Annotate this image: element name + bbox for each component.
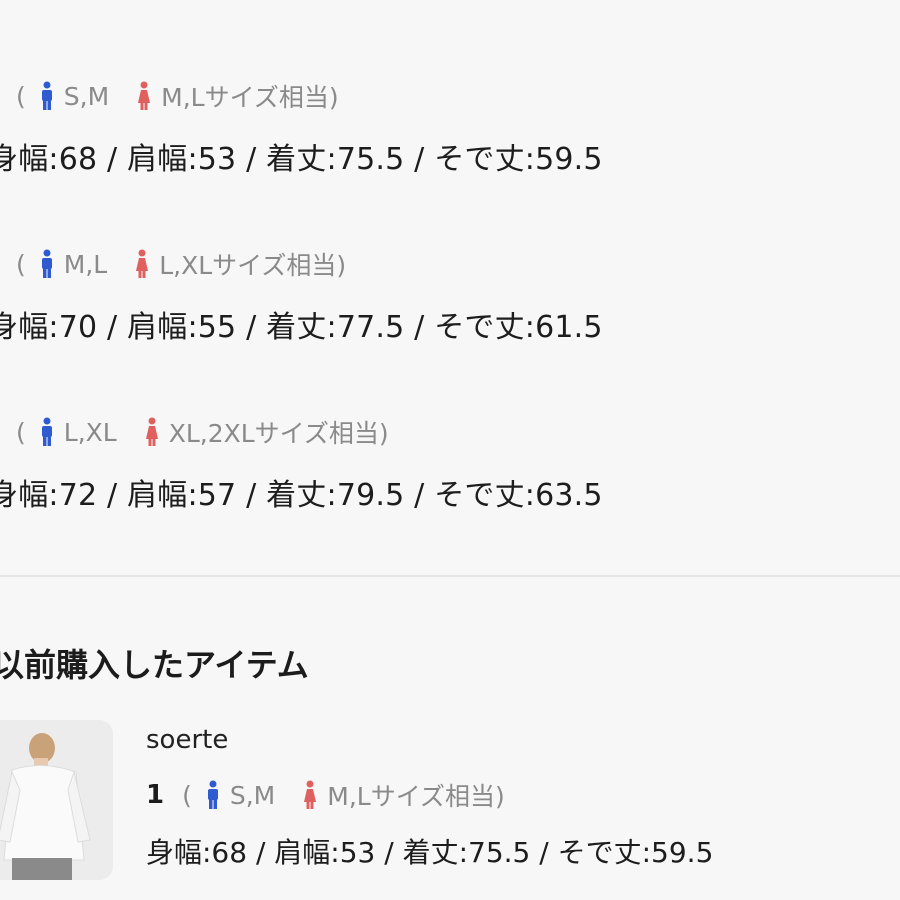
women-sizes: M,Lサイズ相当)	[327, 782, 505, 811]
paren-open: (	[16, 249, 26, 279]
size-measurements: 身幅:70 / 肩幅:55 / 着丈:77.5 / そで丈:61.5	[0, 310, 603, 345]
men-icon	[40, 249, 54, 279]
men-sizes: S,M	[63, 81, 110, 111]
section-divider	[0, 575, 900, 577]
men-icon	[206, 780, 220, 810]
women-icon	[135, 249, 149, 279]
item-measurements: 身幅:68 / 肩幅:53 / 着丈:75.5 / そで丈:59.5	[146, 836, 714, 869]
previous-purchase-title: 以前購入したアイテム	[0, 646, 309, 684]
previous-item-info[interactable]: soerte 1 ( S,M M,Lサイズ相当) 身幅:68 / 肩幅:53 /…	[146, 725, 713, 871]
size-option-2: ( M,L L,XLサイズ相当) 身幅:70 / 肩幅:55 / 着丈:77.5…	[0, 244, 900, 346]
item-size-number: 1	[146, 780, 165, 810]
size-measurements: 身幅:72 / 肩幅:57 / 着丈:79.5 / そで丈:63.5	[0, 478, 603, 513]
women-icon	[145, 417, 159, 447]
women-icon	[137, 81, 151, 111]
size-option-1: ( S,M M,Lサイズ相当) 身幅:68 / 肩幅:53 / 着丈:75.5 …	[0, 76, 900, 178]
item-size-equivalence: 1 ( S,M M,Lサイズ相当)	[146, 777, 713, 813]
size-equivalence: ( M,L L,XLサイズ相当)	[0, 244, 900, 284]
paren-open: (	[182, 780, 192, 810]
women-sizes: L,XLサイズ相当)	[159, 251, 347, 280]
men-sizes: S,M	[229, 780, 276, 810]
paren-open: (	[16, 81, 26, 111]
paren-open: (	[16, 417, 26, 447]
size-equivalence: ( S,M M,Lサイズ相当)	[0, 76, 900, 116]
women-icon	[303, 780, 317, 810]
women-sizes: M,Lサイズ相当)	[161, 83, 339, 112]
men-sizes: L,XL	[63, 417, 117, 447]
men-sizes: M,L	[63, 249, 108, 279]
men-icon	[40, 417, 54, 447]
item-brand: soerte	[146, 725, 229, 755]
item-thumbnail[interactable]	[0, 720, 113, 880]
size-equivalence: ( L,XL XL,2XLサイズ相当)	[0, 412, 900, 452]
men-icon	[40, 81, 54, 111]
size-measurements: 身幅:68 / 肩幅:53 / 着丈:75.5 / そで丈:59.5	[0, 142, 603, 177]
size-option-3: ( L,XL XL,2XLサイズ相当) 身幅:72 / 肩幅:57 / 着丈:7…	[0, 412, 900, 514]
women-sizes: XL,2XLサイズ相当)	[168, 419, 389, 448]
